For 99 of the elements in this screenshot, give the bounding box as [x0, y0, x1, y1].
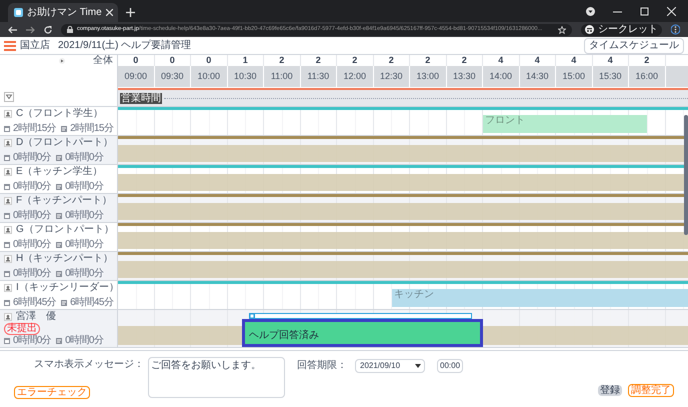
- time-label: 15:30: [592, 66, 629, 87]
- register-button[interactable]: 登録: [598, 385, 622, 396]
- document-icon: [56, 212, 62, 218]
- status-badge: 未提出: [4, 323, 40, 335]
- work-hours: 2時間15分: [70, 123, 114, 134]
- hours-tag: 営業時間: [120, 92, 162, 104]
- time-label: 14:30: [520, 66, 556, 87]
- document-icon: [61, 300, 68, 306]
- time-label: 09:30: [154, 66, 191, 87]
- work-hours: 0時間0分: [13, 268, 52, 279]
- time-label: 10:00: [191, 66, 228, 87]
- maximize-icon[interactable]: [640, 7, 649, 16]
- work-hours: 0時間0分: [65, 210, 104, 221]
- staff-name: C（フロント学生）: [16, 108, 104, 120]
- work-hours: 0時間0分: [13, 210, 52, 221]
- document-icon: [61, 126, 68, 132]
- time-field[interactable]: 00:00: [437, 359, 464, 373]
- time-label: 16:00: [629, 66, 666, 87]
- filter-icon[interactable]: [4, 92, 14, 102]
- work-hours: 0時間0分: [65, 181, 104, 192]
- calendar-icon: [4, 154, 10, 160]
- extension-icon[interactable]: [586, 7, 595, 16]
- deadline-label: 回答期限：: [297, 359, 347, 373]
- help-icon: [249, 313, 255, 319]
- staff-name: F（キッチンパート）: [16, 195, 112, 207]
- calendar-icon: [4, 184, 10, 190]
- time-label: 11:30: [300, 66, 337, 87]
- message-label: スマホ表示メッセージ：: [34, 359, 144, 371]
- time-label: 12:00: [337, 66, 374, 87]
- block-label: キッチン: [394, 290, 434, 300]
- store-name: 国立店: [20, 38, 50, 53]
- close-icon[interactable]: [106, 9, 113, 16]
- star-icon[interactable]: [558, 26, 566, 34]
- person-icon: [4, 284, 12, 292]
- person-icon: [4, 168, 12, 176]
- work-hours: 0時間0分: [13, 152, 52, 163]
- work-hours: 0時間0分: [13, 181, 52, 192]
- work-hours: 6時間45分: [70, 297, 114, 308]
- calendar-icon: [4, 270, 10, 276]
- page-title: 2021/9/11(土) ヘルプ要請管理: [58, 38, 192, 53]
- work-hours: 0時間0分: [13, 335, 52, 346]
- profile-button[interactable]: シークレット: [581, 24, 662, 36]
- work-hours: 0時間0分: [65, 335, 104, 346]
- new-tab-icon[interactable]: [126, 8, 135, 17]
- time-label: 14:00: [483, 66, 520, 87]
- person-icon: [4, 226, 12, 234]
- scrollbar[interactable]: [684, 115, 688, 235]
- time-label: 13:30: [446, 66, 483, 87]
- close-icon[interactable]: [667, 7, 676, 16]
- time-label: 09:00: [118, 66, 154, 87]
- caret-icon: [415, 364, 421, 368]
- calendar-icon: [4, 338, 10, 344]
- back-icon[interactable]: [8, 26, 17, 34]
- expand-icon[interactable]: [59, 58, 65, 64]
- work-hours: 0時間0分: [65, 152, 104, 163]
- lock-icon: [67, 26, 73, 33]
- person-icon: [4, 255, 12, 263]
- time-label: 11:00: [264, 66, 300, 87]
- app-icon: [14, 8, 23, 17]
- work-hours: 6時間45分: [13, 297, 56, 308]
- person-icon: [4, 197, 12, 205]
- calendar-icon: [4, 126, 10, 132]
- incognito-icon: [585, 25, 594, 34]
- document-icon: [56, 338, 62, 344]
- work-hours: 0時間0分: [65, 239, 104, 250]
- tab-title: お助けマン Time: [27, 6, 102, 20]
- work-hours: 2時間15分: [13, 123, 56, 134]
- staff-name: D（フロントパート）: [16, 137, 114, 149]
- calendar-icon: [4, 212, 10, 218]
- calendar-icon: [4, 242, 10, 248]
- document-icon: [56, 184, 62, 190]
- time-label: 15:00: [556, 66, 592, 87]
- message-field[interactable]: ご回答をお願いします。: [148, 357, 285, 398]
- date-dropdown[interactable]: 2021/09/10: [355, 359, 425, 373]
- block-label: フロント: [485, 116, 525, 126]
- staff-name: 宮澤 優: [16, 311, 56, 322]
- person-icon: [4, 110, 12, 118]
- staff-name: E（キッチン学生）: [16, 166, 103, 178]
- work-hours: 0時間0分: [65, 268, 104, 279]
- reload-icon[interactable]: [44, 26, 52, 34]
- work-hours: 0時間0分: [13, 239, 52, 250]
- document-icon: [56, 270, 62, 276]
- forward-icon[interactable]: [26, 26, 35, 34]
- help-response-box[interactable]: ヘルプ回答済み: [242, 319, 483, 347]
- browser-tab[interactable]: お助けマン Time: [8, 3, 118, 22]
- staff-name: I（キッチンリーダー）: [16, 282, 119, 294]
- staff-name: H（キッチンパート）: [16, 253, 114, 265]
- time-label: 13:00: [410, 66, 446, 87]
- menu-icon[interactable]: [671, 24, 680, 35]
- time-label: 12:30: [374, 66, 410, 87]
- document-icon: [56, 154, 62, 160]
- staff-name: G（フロントパート）: [16, 224, 114, 236]
- time-label: 10:30: [228, 66, 264, 87]
- document-icon: [56, 242, 62, 248]
- person-icon: [4, 313, 12, 321]
- schedule-button[interactable]: タイムスケジュール: [584, 38, 684, 54]
- calendar-icon: [4, 300, 10, 306]
- person-icon: [4, 139, 12, 147]
- help-status: ヘルプ回答済み: [249, 330, 320, 341]
